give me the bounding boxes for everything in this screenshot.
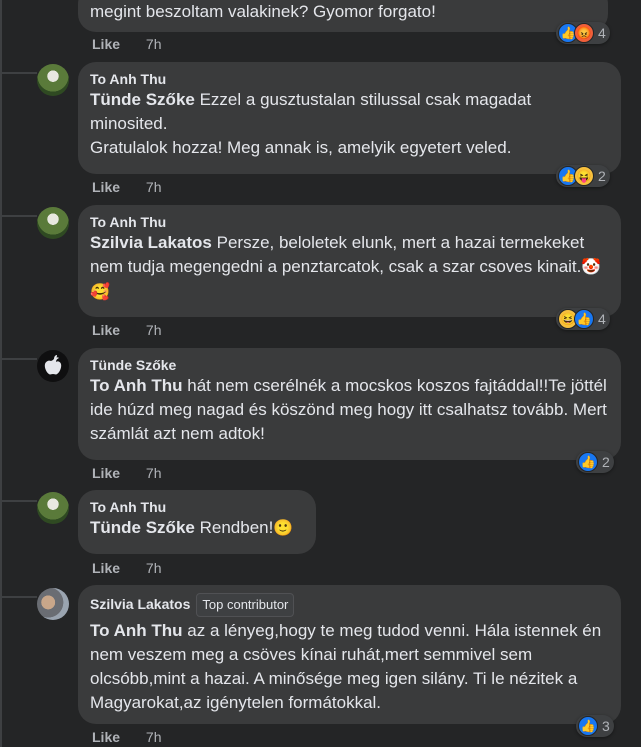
comment-time[interactable]: 7h [146, 560, 162, 576]
like-button[interactable]: Like [92, 465, 120, 481]
thread-connector [0, 596, 37, 598]
mention-link[interactable]: To Anh Thu [90, 621, 183, 640]
thread-connector [0, 500, 37, 502]
reactions-summary[interactable]: 👍 3 [576, 715, 614, 737]
comment-body: Rendben! [199, 518, 274, 537]
mention-link[interactable]: Szilvia Lakatos [90, 233, 212, 252]
comment-bubble: To Anh Thu Tünde Szőke Ezzel a gusztusta… [78, 62, 621, 174]
avatar[interactable] [37, 350, 69, 382]
comment-bubble: To Anh Thu Szilvia Lakatos Persze, belol… [78, 205, 621, 317]
angry-icon: 😡 [574, 23, 594, 43]
like-icon: 👍 [578, 716, 598, 736]
comment-actions: Like 7h [92, 560, 161, 576]
top-contributor-badge[interactable]: Top contributor [196, 593, 295, 617]
comment-bubble: megint beszoltam valakinek? Gyomor forga… [78, 0, 608, 32]
haha-icon: 😝 [574, 166, 594, 186]
comment-author[interactable]: Tünde Szőke [90, 356, 609, 374]
comment-time[interactable]: 7h [146, 465, 162, 481]
apple-logo-icon [44, 355, 62, 375]
like-icon: 👍 [578, 452, 598, 472]
emoji-smile: 🙂 [273, 520, 294, 537]
comment-time[interactable]: 7h [146, 179, 162, 195]
comment-actions: Like 7h [92, 179, 161, 195]
comment-author[interactable]: To Anh Thu [90, 498, 304, 516]
comment-time[interactable]: 7h [146, 36, 162, 52]
mention-link[interactable]: Tünde Szőke [90, 90, 195, 109]
reaction-count: 2 [602, 454, 610, 470]
comment-author[interactable]: To Anh Thu [90, 213, 609, 231]
reactions-summary[interactable]: 😆 👍 4 [556, 308, 610, 330]
comment-author[interactable]: To Anh Thu [90, 70, 609, 88]
thread-connector [0, 72, 37, 74]
reactions-summary[interactable]: 👍 😝 2 [556, 165, 610, 187]
comment-bubble: Szilvia Lakatos Top contributor To Anh Th… [78, 585, 621, 724]
avatar[interactable] [37, 492, 69, 524]
comment-text: megint beszoltam valakinek? Gyomor forga… [90, 2, 436, 21]
comment-text: Tünde Szőke Ezzel a gusztustalan stiluss… [90, 88, 609, 160]
comment-text: Tünde Szőke Rendben!🙂 [90, 516, 304, 541]
comment-author-name[interactable]: Szilvia Lakatos [90, 596, 190, 612]
comment-text: To Anh Thu hát nem cserélnék a mocskos k… [90, 374, 609, 446]
comment-time[interactable]: 7h [146, 322, 162, 338]
reaction-count: 4 [598, 311, 606, 327]
comment-actions: Like 7h [92, 36, 161, 52]
comment-actions: Like 7h [92, 465, 161, 481]
mention-link[interactable]: Tünde Szőke [90, 518, 195, 537]
comment-actions: Like 7h [92, 322, 161, 338]
reaction-count: 3 [602, 718, 610, 734]
thread-line-vertical [0, 0, 2, 747]
avatar[interactable] [37, 207, 69, 239]
thread-connector [0, 215, 37, 217]
like-icon: 👍 [574, 309, 594, 329]
thread-connector [0, 358, 37, 360]
reactions-summary[interactable]: 👍 😡 4 [556, 22, 610, 44]
comment-text: Szilvia Lakatos Persze, beloletek elunk,… [90, 231, 609, 305]
comment-author: Szilvia Lakatos Top contributor [90, 593, 609, 617]
like-button[interactable]: Like [92, 36, 120, 52]
like-button[interactable]: Like [92, 560, 120, 576]
avatar[interactable] [37, 588, 69, 620]
mention-link[interactable]: To Anh Thu [90, 376, 183, 395]
comment-bubble: To Anh Thu Tünde Szőke Rendben!🙂 [78, 490, 316, 554]
reaction-count: 4 [598, 25, 606, 41]
reactions-summary[interactable]: 👍 2 [576, 451, 614, 473]
comment-time[interactable]: 7h [146, 729, 162, 745]
like-button[interactable]: Like [92, 729, 120, 745]
like-button[interactable]: Like [92, 179, 120, 195]
reaction-count: 2 [598, 168, 606, 184]
like-button[interactable]: Like [92, 322, 120, 338]
comment-bubble: Tünde Szőke To Anh Thu hát nem cserélnék… [78, 348, 621, 460]
avatar[interactable] [37, 64, 69, 96]
comment-text: To Anh Thu az a lényeg,hogy te meg tudod… [90, 619, 609, 715]
comment-body-line2: Gratulalok hozza! Meg annak is, amelyik … [90, 138, 512, 157]
comment-actions: Like 7h [92, 729, 161, 745]
